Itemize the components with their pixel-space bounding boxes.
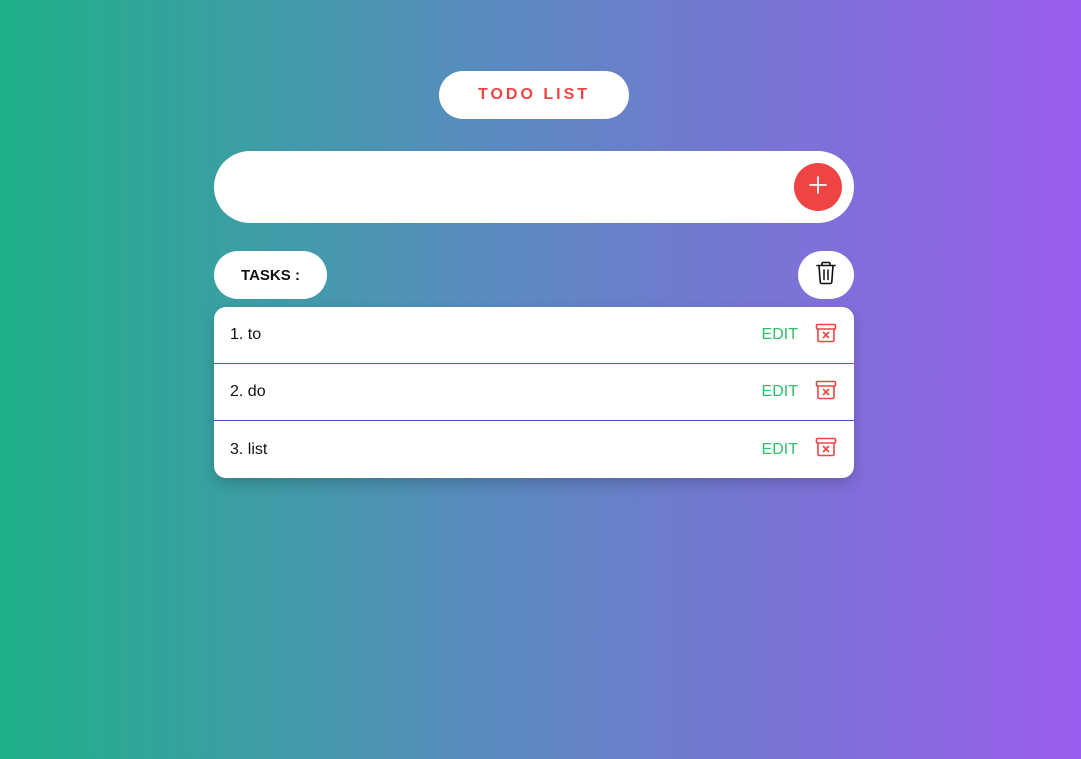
delete-button[interactable] — [814, 323, 838, 347]
list-item: 2. do EDIT — [214, 364, 854, 421]
tasks-label: TASKS : — [214, 251, 327, 299]
archive-x-icon — [815, 323, 837, 348]
list-item: 3. list EDIT — [214, 421, 854, 478]
add-task-button[interactable] — [794, 163, 842, 211]
task-list: 1. to EDIT 2. do EDIT 3. list EDIT — [214, 307, 854, 478]
trash-icon — [815, 261, 837, 290]
list-item: 1. to EDIT — [214, 307, 854, 364]
plus-icon — [808, 175, 828, 200]
app-title-text: TODO LIST — [477, 86, 591, 103]
task-input[interactable] — [238, 151, 798, 223]
archive-x-icon — [815, 380, 837, 405]
edit-button[interactable]: EDIT — [762, 441, 798, 459]
task-text: 1. to — [230, 326, 262, 343]
delete-button[interactable] — [814, 437, 838, 462]
task-text: 2. do — [230, 383, 266, 400]
app-title: TODO LIST — [439, 71, 629, 119]
archive-x-icon — [815, 437, 837, 462]
task-text: 3. list — [230, 440, 268, 458]
clear-all-button[interactable] — [798, 251, 854, 299]
edit-button[interactable]: EDIT — [762, 383, 798, 401]
delete-button[interactable] — [814, 380, 838, 404]
edit-button[interactable]: EDIT — [762, 326, 798, 344]
tasks-label-text: TASKS : — [241, 266, 300, 284]
task-input-bar — [214, 151, 854, 223]
